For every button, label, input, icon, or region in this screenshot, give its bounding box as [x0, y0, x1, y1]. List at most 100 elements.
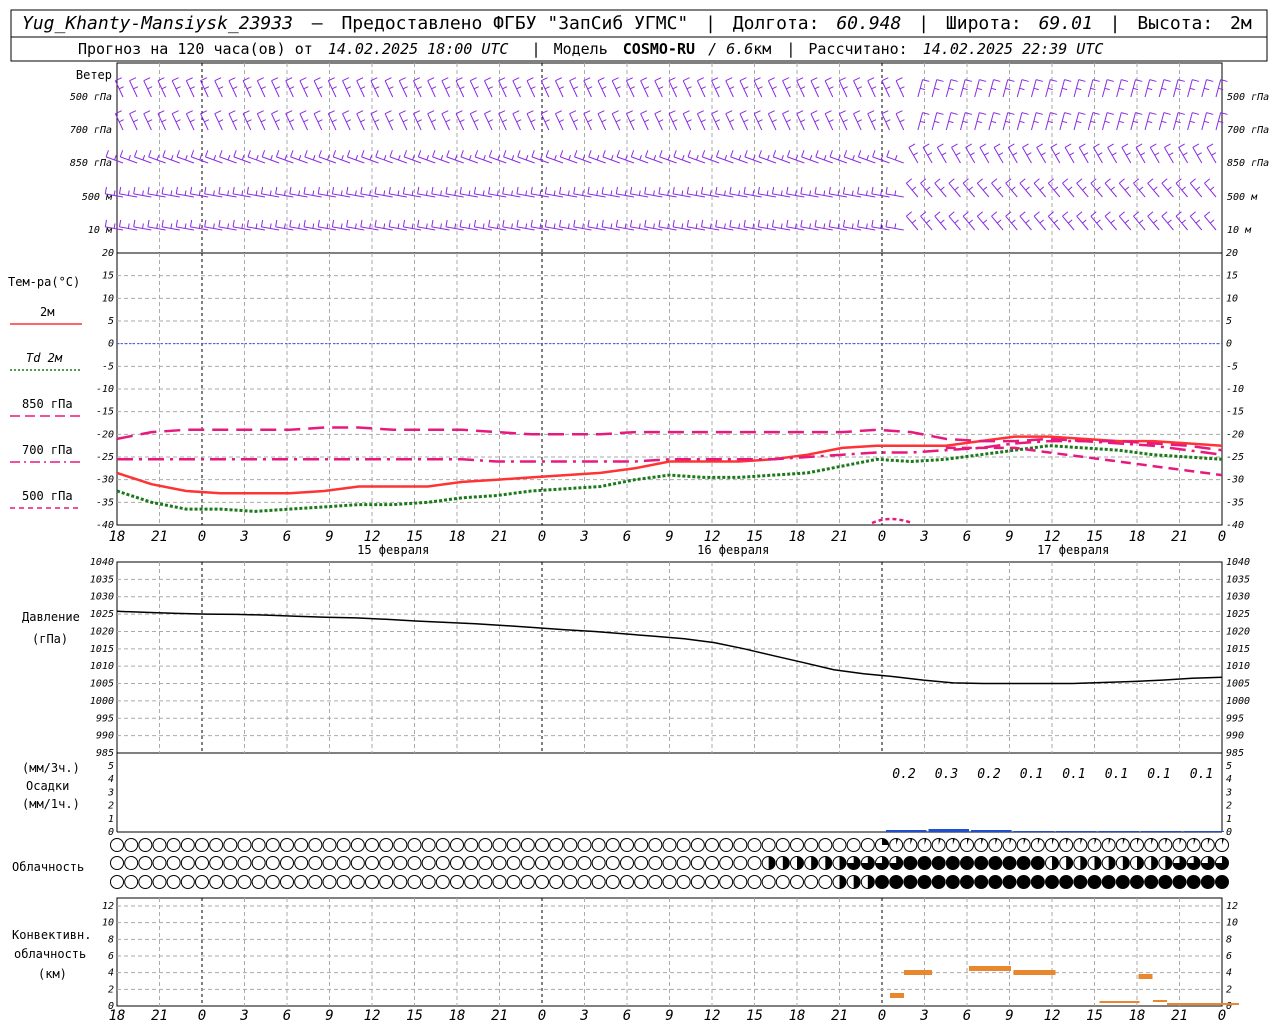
wind-barb — [895, 77, 905, 98]
cloud-cover-icon — [223, 838, 238, 852]
pressure-tick-left: 1005 — [90, 679, 114, 690]
wind-barb — [356, 77, 366, 98]
cloud-cover-icon — [605, 838, 620, 852]
forecast-prefix: Прогноз на 120 часа(ов) от — [78, 40, 313, 58]
precip-tick-right: 0 — [1226, 827, 1232, 838]
wind-barb — [597, 77, 607, 98]
cloud-cover-icon — [662, 838, 677, 852]
cloud-cover-icon — [110, 856, 124, 870]
wind-barb — [1206, 143, 1217, 164]
wind-barb — [988, 79, 1001, 98]
cloud-cover-icon — [860, 856, 875, 870]
wind-barb — [917, 112, 930, 131]
cloud-cover-icon — [365, 875, 379, 889]
cloud-cover-icon — [350, 856, 365, 870]
wind-barb — [1204, 211, 1217, 231]
wind-barb — [171, 77, 181, 98]
conv-title1: Конвективн. — [12, 928, 91, 942]
temp-tick-left: 15 — [102, 271, 114, 282]
wind-barb — [469, 110, 479, 131]
meteogram: Yug_Khanty-Mansiysk_23933 — Предоставлен… — [8, 9, 1269, 1024]
cloud-cover-icon — [435, 875, 450, 889]
x-tick-label: 15 — [1086, 1008, 1103, 1024]
cloud-cover-icon — [1115, 875, 1130, 889]
precip-bar — [1056, 831, 1097, 832]
station-name: Yug_Khanty-Mansiysk_23933 — [22, 13, 293, 34]
wind-barb — [867, 110, 877, 131]
wind-barb — [1022, 143, 1032, 164]
x-tick-label: 21 — [1171, 529, 1188, 545]
wind-barb — [1104, 178, 1118, 198]
wind-barb — [143, 110, 153, 131]
cloud-cover-icon — [634, 875, 649, 889]
x-tick-label: 21 — [831, 1008, 848, 1024]
pressure-tick-left: 1025 — [90, 609, 114, 620]
pressure-tick-left: 1035 — [90, 574, 114, 585]
wind-barb — [583, 110, 593, 131]
wind-barb — [200, 110, 210, 131]
cloud-cover-icon — [733, 875, 748, 889]
wind-barb — [1147, 211, 1160, 231]
wind-barb — [1050, 143, 1061, 164]
wind-barb — [654, 77, 664, 98]
cloud-cover-icon — [195, 856, 209, 870]
pressure-unit: (гПа) — [32, 632, 68, 646]
wind-barb — [1116, 79, 1129, 98]
wind-barb — [867, 77, 877, 98]
cloud-cover-icon — [237, 875, 252, 889]
legend-label: 700 гПа — [22, 443, 73, 457]
pressure-tick-right: 1030 — [1226, 592, 1250, 603]
conv-tick-right: 10 — [1226, 918, 1238, 929]
wind-level-right: 500 м — [1227, 192, 1258, 203]
cloud-cover-icon — [988, 875, 1003, 889]
convective-cloud-bar — [1138, 974, 1153, 979]
temp-tick-left: 20 — [102, 248, 114, 259]
cloud-cover-icon — [931, 875, 946, 889]
cloud-cover-icon — [988, 856, 1003, 870]
wind-barb — [696, 77, 706, 98]
wind-barb — [1076, 178, 1089, 198]
conv-tick-left: 2 — [108, 984, 114, 995]
wind-barb — [185, 110, 195, 131]
cloud-cover-icon — [719, 856, 734, 870]
cloud-cover-icon — [1130, 838, 1144, 852]
wind-barb — [1187, 112, 1200, 131]
cloud-cover-icon — [577, 856, 592, 870]
temp-tick-left: -25 — [96, 452, 114, 463]
wind-barb — [299, 77, 309, 98]
wind-barb — [313, 110, 323, 131]
wind-barb — [905, 178, 919, 198]
wind-barb — [1144, 79, 1157, 98]
wind-barb — [1133, 211, 1146, 231]
wind-barb — [313, 77, 323, 98]
wind-barb — [936, 143, 947, 164]
cloud-cover-icon — [846, 856, 861, 870]
wind-barb — [920, 178, 933, 198]
cloud-cover-icon — [365, 838, 379, 852]
cloud-cover-icon — [690, 856, 705, 870]
wind-barb — [824, 110, 834, 131]
convective-cloud-bar — [890, 993, 904, 998]
temp-tick-right: -40 — [1226, 520, 1244, 531]
pressure-tick-right: 1035 — [1226, 574, 1250, 585]
wind-barb — [668, 110, 678, 131]
cloud-cover-icon — [365, 856, 379, 870]
precip-unit3: (мм/3ч.) — [22, 761, 80, 775]
wind-barb — [960, 112, 973, 131]
cloud-cover-icon — [620, 856, 634, 870]
precip-tick-left: 4 — [108, 774, 114, 785]
cloud-cover-icon — [450, 856, 464, 870]
lon-value: 60.948 — [836, 13, 901, 34]
pressure-title: Давление — [22, 610, 80, 624]
cloud-cover-icon — [931, 838, 946, 852]
cloud-cover-icon — [407, 875, 422, 889]
conv-tick-right: 6 — [1226, 951, 1232, 962]
cloud-cover-icon — [251, 875, 266, 889]
cloud-cover-icon — [407, 838, 422, 852]
wind-barb — [824, 77, 834, 98]
precip-tick-right: 4 — [1226, 774, 1232, 785]
cloud-cover-icon — [832, 875, 847, 889]
precip-amount-label: 0.1 — [1147, 767, 1170, 782]
wind-barb — [920, 211, 933, 231]
forecast-time: 14.02.2025 18:00 UTC — [328, 40, 509, 58]
